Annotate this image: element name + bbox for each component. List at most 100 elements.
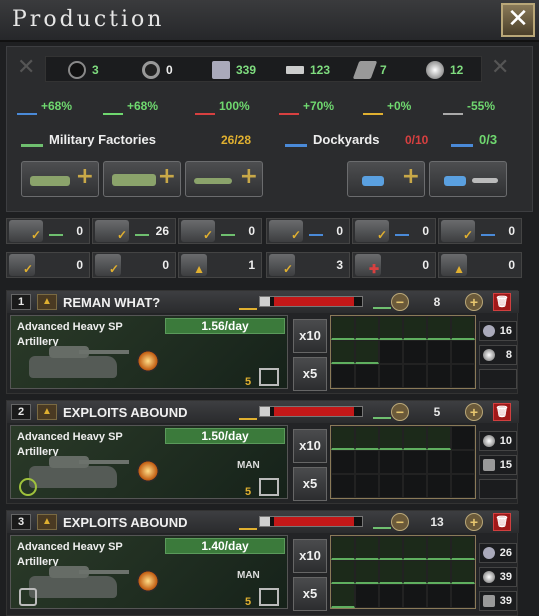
equipment-card[interactable]: Advanced Heavy SP Artillery 1.56/day 5 bbox=[10, 315, 288, 389]
progress-remaining bbox=[274, 517, 354, 526]
add-factory-button[interactable]: + bbox=[465, 513, 483, 531]
summary-naval-upgrade[interactable]: ▲ 0 bbox=[438, 252, 522, 278]
progress-remaining bbox=[274, 407, 354, 416]
summary-fuel[interactable]: ✓ 0 bbox=[92, 252, 176, 278]
summary-value: 0 bbox=[508, 224, 515, 238]
assigned-count: 5 bbox=[245, 486, 252, 498]
requirement-value: 16 bbox=[499, 325, 512, 337]
stat-efficiency-retention[interactable]: +0% bbox=[363, 97, 411, 115]
stat-value: +68% bbox=[127, 99, 159, 113]
summary-value: 0 bbox=[422, 258, 429, 272]
factory-count: 5 bbox=[433, 405, 441, 419]
plus-icon: + bbox=[157, 164, 176, 189]
resource-chromium[interactable]: 12 bbox=[426, 60, 463, 80]
sp-artillery-icon bbox=[29, 456, 129, 488]
summary-naval[interactable]: ✓ 0 bbox=[266, 218, 350, 244]
equipment-summary-grid: ✓ 0 ✓ 26 ✓ 0 ✓ 0 ✓ 0 ✓ 0 ✓ 0 ✓ 0 ▲ 1 ✓ 3 ✚ 0 ▲ 0 bbox=[6, 216, 533, 284]
add-factory-button[interactable]: + bbox=[465, 293, 483, 311]
add-factory-button[interactable]: + bbox=[465, 403, 483, 421]
summary-infantry[interactable]: ✓ 0 bbox=[6, 218, 90, 244]
multiplier-x5-button[interactable]: x5 bbox=[293, 357, 327, 391]
progress-fill bbox=[260, 517, 271, 526]
delete-line-button[interactable]: 🗑 bbox=[493, 403, 511, 421]
chromium-icon bbox=[483, 571, 495, 583]
chromium-icon bbox=[483, 349, 495, 361]
production-progress-bar bbox=[259, 516, 363, 527]
remove-factory-button[interactable]: − bbox=[391, 403, 409, 421]
production-line[interactable]: 1 ▲ REMAN WHAT? − 8 + 🗑 Advanced Heavy S… bbox=[6, 290, 519, 394]
stat-efficiency-cap[interactable]: 100% bbox=[195, 97, 250, 115]
summary-armor[interactable]: ✓ 26 bbox=[92, 218, 176, 244]
equipment-card[interactable]: Advanced Heavy SP Artillery 1.50/day MAN… bbox=[10, 425, 288, 499]
remove-factory-button[interactable]: − bbox=[391, 293, 409, 311]
multiplier-x10-button[interactable]: x10 bbox=[293, 539, 327, 573]
multiplier-x10-button[interactable]: x10 bbox=[293, 429, 327, 463]
production-line[interactable]: 3 ▲ EXPLOITS ABOUND − 13 + 🗑 Advanced He… bbox=[6, 510, 519, 616]
resource-rubber[interactable]: 0 bbox=[142, 60, 173, 80]
sp-artillery-icon bbox=[29, 346, 129, 378]
equipment-name: Advanced Heavy SP Artillery bbox=[17, 321, 123, 348]
resource-value: 12 bbox=[450, 63, 464, 77]
fuel-icon: ✓ bbox=[95, 254, 121, 276]
resource-steel[interactable]: 339 bbox=[212, 60, 256, 80]
multiplier-x5-button[interactable]: x5 bbox=[293, 577, 327, 611]
resource-bar: 3 0 339 123 7 12 bbox=[45, 56, 482, 82]
summary-support[interactable]: ✓ 0 bbox=[6, 252, 90, 278]
support-icon: ✓ bbox=[9, 254, 35, 276]
priority-up-icon[interactable]: ▲ bbox=[37, 404, 57, 420]
resource-tungsten[interactable]: 7 bbox=[352, 60, 387, 80]
steel-icon bbox=[483, 325, 495, 337]
progress-fill bbox=[260, 297, 271, 306]
steel-icon bbox=[212, 61, 230, 79]
ship-icon: ✓ bbox=[441, 220, 475, 242]
requirement-chromium: 8 bbox=[479, 345, 517, 365]
add-infantry-production-button[interactable]: + bbox=[21, 161, 99, 197]
equipment-crate-icon bbox=[259, 588, 279, 606]
upgrade-icon: ▲ bbox=[181, 254, 207, 276]
factory-slots bbox=[330, 535, 476, 609]
multiplier-x5-button[interactable]: x5 bbox=[293, 467, 327, 501]
progress-fill bbox=[260, 407, 271, 416]
firepower-icon bbox=[137, 350, 159, 372]
dockyards-header: Dockyards bbox=[285, 131, 379, 147]
wrench-icon bbox=[472, 178, 498, 183]
plus-icon: + bbox=[75, 164, 94, 189]
add-naval-production-button[interactable]: + bbox=[347, 161, 425, 197]
delete-line-button[interactable]: 🗑 bbox=[493, 293, 511, 311]
add-armor-production-button[interactable]: + bbox=[103, 161, 181, 197]
summary-aircraft[interactable]: ✓ 0 bbox=[178, 218, 262, 244]
priority-up-icon[interactable]: ▲ bbox=[37, 514, 57, 530]
stat-factory-output[interactable]: +68% bbox=[17, 97, 72, 115]
stat-efficiency-growth[interactable]: +70% bbox=[279, 97, 334, 115]
tank-icon bbox=[112, 174, 156, 186]
summary-ship[interactable]: ✓ 0 bbox=[438, 218, 522, 244]
requirement-steel: 26 bbox=[479, 543, 517, 563]
stat-production-efficiency[interactable]: +68% bbox=[103, 97, 158, 115]
factory-slots bbox=[330, 425, 476, 499]
summary-convoy[interactable]: ✓ 3 bbox=[266, 252, 350, 278]
factory-count: 13 bbox=[430, 515, 444, 529]
resource-oil[interactable]: 3 bbox=[68, 60, 99, 80]
summary-medical[interactable]: ✚ 0 bbox=[352, 252, 436, 278]
line-index: 2 bbox=[11, 404, 31, 420]
resource-aluminium[interactable]: 123 bbox=[286, 60, 330, 80]
add-repair-button[interactable] bbox=[429, 161, 507, 197]
priority-up-icon[interactable]: ▲ bbox=[37, 294, 57, 310]
production-window: Production ✕ ✕ ✕ 3 0 339 123 7 12 +68% +… bbox=[0, 0, 539, 616]
delete-line-button[interactable]: 🗑 bbox=[493, 513, 511, 531]
summary-value: 0 bbox=[248, 224, 255, 238]
summary-upgrade[interactable]: ▲ 1 bbox=[178, 252, 262, 278]
multiplier-x10-button[interactable]: x10 bbox=[293, 319, 327, 353]
requirement-tungsten: 15 bbox=[479, 455, 517, 475]
production-line[interactable]: 2 ▲ EXPLOITS ABOUND − 5 + 🗑 Advanced Hea… bbox=[6, 400, 519, 504]
remove-factory-button[interactable]: − bbox=[391, 513, 409, 531]
summary-anchor[interactable]: ✓ 0 bbox=[352, 218, 436, 244]
tungsten-icon bbox=[483, 459, 495, 471]
equipment-crate-icon bbox=[259, 368, 279, 386]
anchor-icon bbox=[362, 176, 384, 186]
close-icon[interactable]: ✕ bbox=[501, 3, 535, 37]
equipment-card[interactable]: Advanced Heavy SP Artillery 1.40/day MAN… bbox=[10, 535, 288, 609]
stat-resource-penalty[interactable]: -55% bbox=[443, 97, 495, 115]
add-air-production-button[interactable]: + bbox=[185, 161, 263, 197]
factory-mini-icon bbox=[49, 226, 63, 236]
